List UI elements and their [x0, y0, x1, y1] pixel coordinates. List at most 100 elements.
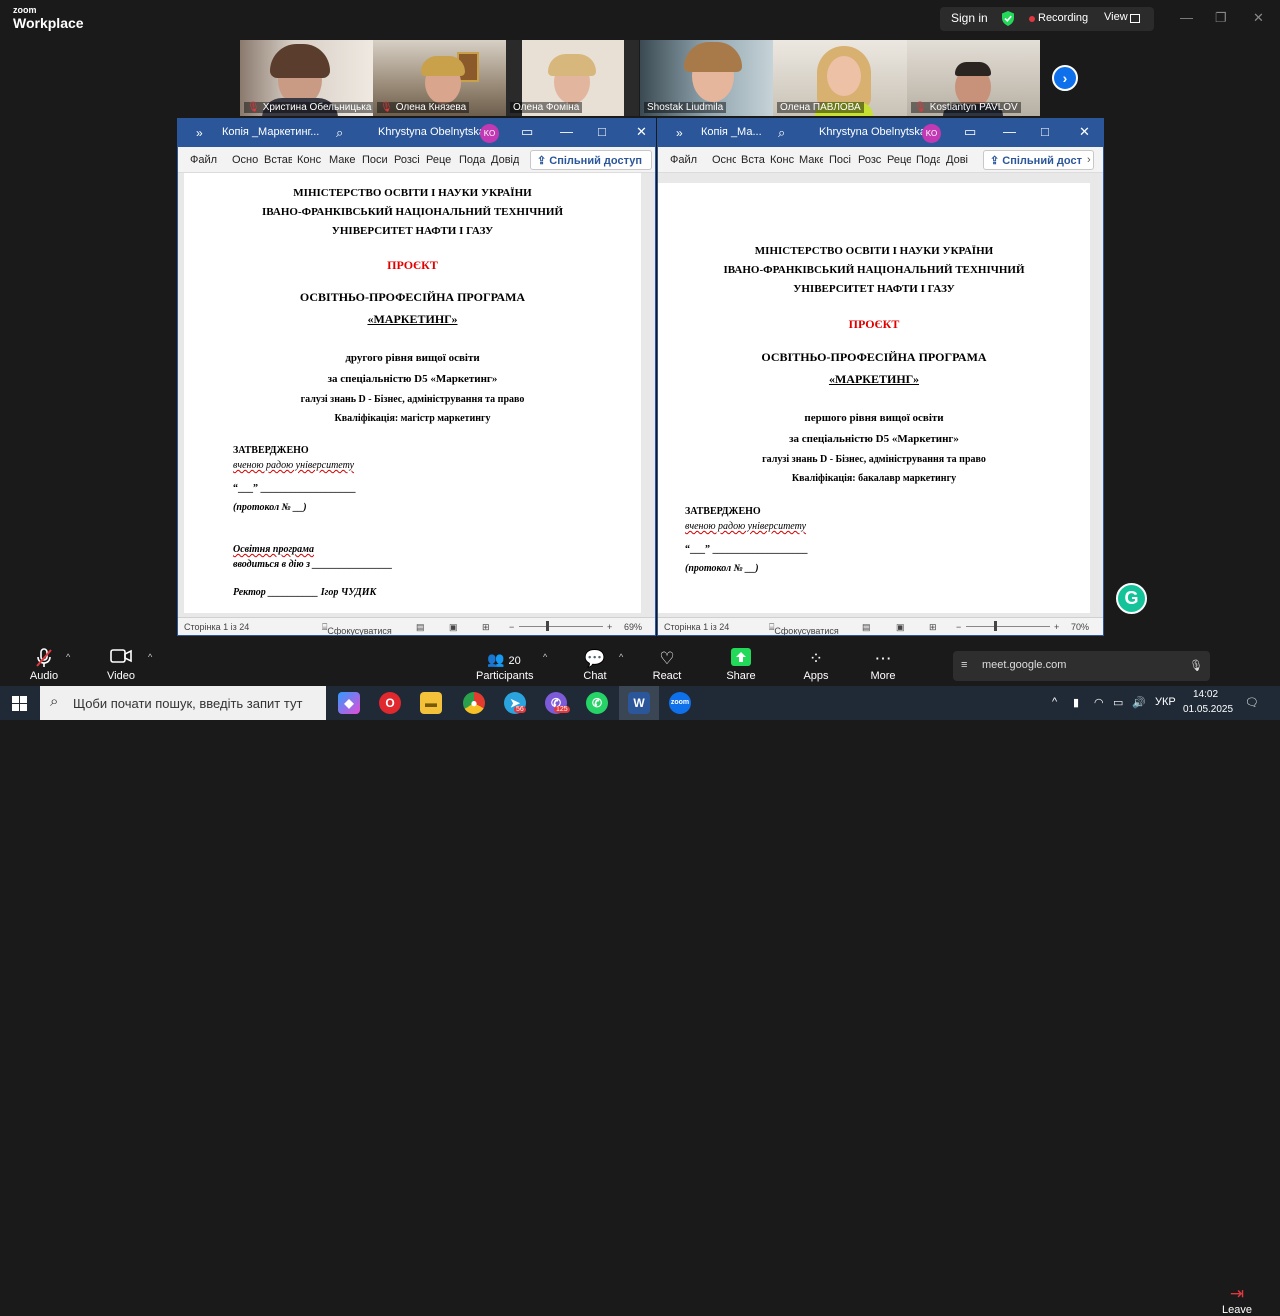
document-page[interactable]: МІНІСТЕРСТВО ОСВІТИ І НАУКИ УКРАЇНИ ІВАН… — [184, 173, 641, 613]
tab-home[interactable]: Осно — [232, 154, 260, 166]
zoom-slider[interactable] — [966, 626, 1050, 627]
participant-tile[interactable]: Олена Фоміна — [506, 40, 639, 116]
close-icon[interactable]: ✕ — [1079, 124, 1090, 140]
view-grid-icon[interactable] — [1130, 14, 1140, 23]
recording-indicator[interactable]: Recording — [1038, 12, 1088, 24]
maximize-icon[interactable]: □ — [598, 124, 606, 139]
tray-overflow-chevron-icon[interactable]: ^ — [1052, 696, 1057, 708]
page-count[interactable]: Сторінка 1 із 24 — [184, 622, 249, 632]
language-indicator[interactable]: УКР — [1155, 696, 1176, 708]
clock-time[interactable]: 14:02 — [1193, 689, 1218, 700]
tab-review[interactable]: Реце — [887, 154, 911, 166]
whatsapp-icon[interactable]: ✆ — [586, 692, 608, 714]
apps-button[interactable]: ⁘ Apps — [800, 648, 832, 682]
participant-tile[interactable]: 🎙 Kostiantyn PAVLOV — [907, 40, 1040, 116]
tab-design[interactable]: Конс — [770, 154, 794, 166]
tab-layout[interactable]: Маке — [799, 154, 823, 166]
more-button[interactable]: ⋯ More — [867, 648, 899, 682]
document-title[interactable]: Копія _Ма... — [701, 126, 762, 138]
ribbon-scroll-right-icon[interactable]: › — [1087, 154, 1091, 166]
minimize-icon[interactable]: — — [1003, 124, 1016, 139]
sign-in-button[interactable]: Sign in — [951, 11, 988, 25]
word-icon[interactable]: W — [628, 692, 650, 714]
audio-button[interactable]: Audio — [29, 648, 59, 682]
close-icon[interactable]: ✕ — [1253, 10, 1264, 26]
search-icon[interactable]: ⌕ — [778, 125, 785, 141]
participant-tile[interactable]: Shostak Liudmila — [640, 40, 773, 116]
copilot-icon[interactable]: ◆ — [338, 692, 360, 714]
chat-options-chevron-icon[interactable]: ^ — [619, 652, 623, 662]
restore-icon[interactable]: ❐ — [1215, 10, 1227, 26]
zoom-in-icon[interactable]: + — [1054, 622, 1059, 632]
avatar[interactable]: KO — [922, 124, 941, 143]
avatar[interactable]: KO — [480, 124, 499, 143]
tab-view[interactable]: Пода — [916, 154, 940, 166]
participant-tile[interactable]: 🎙 Христина Обельницька — [240, 40, 373, 116]
tab-references[interactable]: Посі — [829, 154, 853, 166]
focus-mode-button[interactable]: ⌸ Сфокусуватися — [322, 622, 392, 635]
participants-button[interactable]: 👥 20 Participants — [476, 648, 533, 682]
tab-mailings[interactable]: Розсі — [394, 154, 422, 166]
read-mode-icon[interactable]: ▤ — [416, 622, 425, 633]
tab-mailings[interactable]: Розс — [858, 154, 882, 166]
volume-icon[interactable]: 🔊 — [1132, 696, 1146, 709]
page-count[interactable]: Сторінка 1 із 24 — [664, 622, 729, 632]
video-button[interactable]: Video — [106, 648, 136, 682]
screen-share-indicator[interactable]: ≡ meet.google.com 🎙 — [953, 651, 1210, 681]
react-button[interactable]: ♡ React — [651, 648, 683, 682]
zoom-in-icon[interactable]: + — [607, 622, 612, 632]
microphone-icon[interactable]: 🎙 — [1189, 659, 1203, 672]
tab-insert[interactable]: Встав — [264, 154, 292, 166]
quick-access-chevron-icon[interactable]: » — [196, 126, 203, 140]
maximize-icon[interactable]: □ — [1041, 124, 1049, 139]
tab-file[interactable]: Файл — [670, 154, 700, 166]
document-title[interactable]: Копія _Маркетинг... — [222, 126, 319, 138]
zoom-out-icon[interactable]: − — [956, 622, 961, 632]
ribbon-display-icon[interactable]: ▭ — [521, 124, 533, 140]
zoom-slider-thumb[interactable] — [994, 621, 997, 631]
tab-insert[interactable]: Вста — [741, 154, 765, 166]
tray-mic-icon[interactable]: ▮ — [1073, 696, 1079, 709]
share-screen-button[interactable]: Share — [725, 648, 757, 682]
chat-button[interactable]: 💬 Chat — [580, 648, 610, 682]
opera-icon[interactable]: O — [379, 692, 401, 714]
tab-help[interactable]: Дові — [946, 154, 970, 166]
battery-icon[interactable]: ▭ — [1113, 696, 1123, 709]
tab-references[interactable]: Поси — [362, 154, 390, 166]
zoom-app-icon[interactable]: zoom — [669, 692, 691, 714]
audio-options-chevron-icon[interactable]: ^ — [66, 652, 70, 662]
grammarly-icon[interactable]: G — [1116, 583, 1147, 614]
share-button[interactable]: ⇪ Спільний доступ — [530, 150, 652, 170]
view-button[interactable]: View — [1104, 11, 1128, 23]
network-icon[interactable]: ◠ — [1094, 696, 1104, 709]
video-options-chevron-icon[interactable]: ^ — [148, 652, 152, 662]
zoom-out-icon[interactable]: − — [509, 622, 514, 632]
ribbon-display-icon[interactable]: ▭ — [964, 124, 976, 140]
read-mode-icon[interactable]: ▤ — [862, 622, 871, 633]
participants-options-chevron-icon[interactable]: ^ — [543, 652, 547, 662]
minimize-icon[interactable]: — — [560, 124, 573, 139]
leave-button[interactable]: ⇥ Leave — [1222, 1284, 1252, 1316]
tab-layout[interactable]: Маке — [329, 154, 357, 166]
print-layout-icon[interactable]: ▣ — [896, 622, 905, 633]
tab-design[interactable]: Конс — [297, 154, 324, 166]
tab-file[interactable]: Файл — [190, 154, 220, 166]
file-explorer-icon[interactable]: ▬ — [420, 692, 442, 714]
participant-tile[interactable]: 🎙 Олена Князева — [373, 40, 506, 116]
notifications-icon[interactable]: 🗨 — [1245, 696, 1259, 709]
gallery-next-arrow-icon[interactable]: › — [1052, 65, 1078, 91]
taskbar-search-input[interactable]: ⌕ Щоби почати пошук, введіть запит тут — [40, 686, 326, 720]
windows-start-icon[interactable] — [12, 696, 27, 716]
document-page[interactable]: МІНІСТЕРСТВО ОСВІТИ І НАУКИ УКРАЇНИ ІВАН… — [658, 183, 1090, 613]
search-icon[interactable]: ⌕ — [336, 125, 343, 141]
clock-date[interactable]: 01.05.2025 — [1183, 704, 1233, 715]
tab-home[interactable]: Осно — [712, 154, 736, 166]
chrome-icon[interactable]: ● — [463, 692, 485, 714]
focus-mode-button[interactable]: ⌸ Сфокусуватися — [769, 622, 839, 635]
tab-help[interactable]: Довід — [491, 154, 519, 166]
print-layout-icon[interactable]: ▣ — [449, 622, 458, 633]
participant-tile[interactable]: Олена ПАВЛОВА — [773, 40, 907, 116]
zoom-slider-thumb[interactable] — [546, 621, 549, 631]
web-layout-icon[interactable]: ⊞ — [482, 622, 490, 633]
zoom-level[interactable]: 69% — [624, 622, 642, 632]
